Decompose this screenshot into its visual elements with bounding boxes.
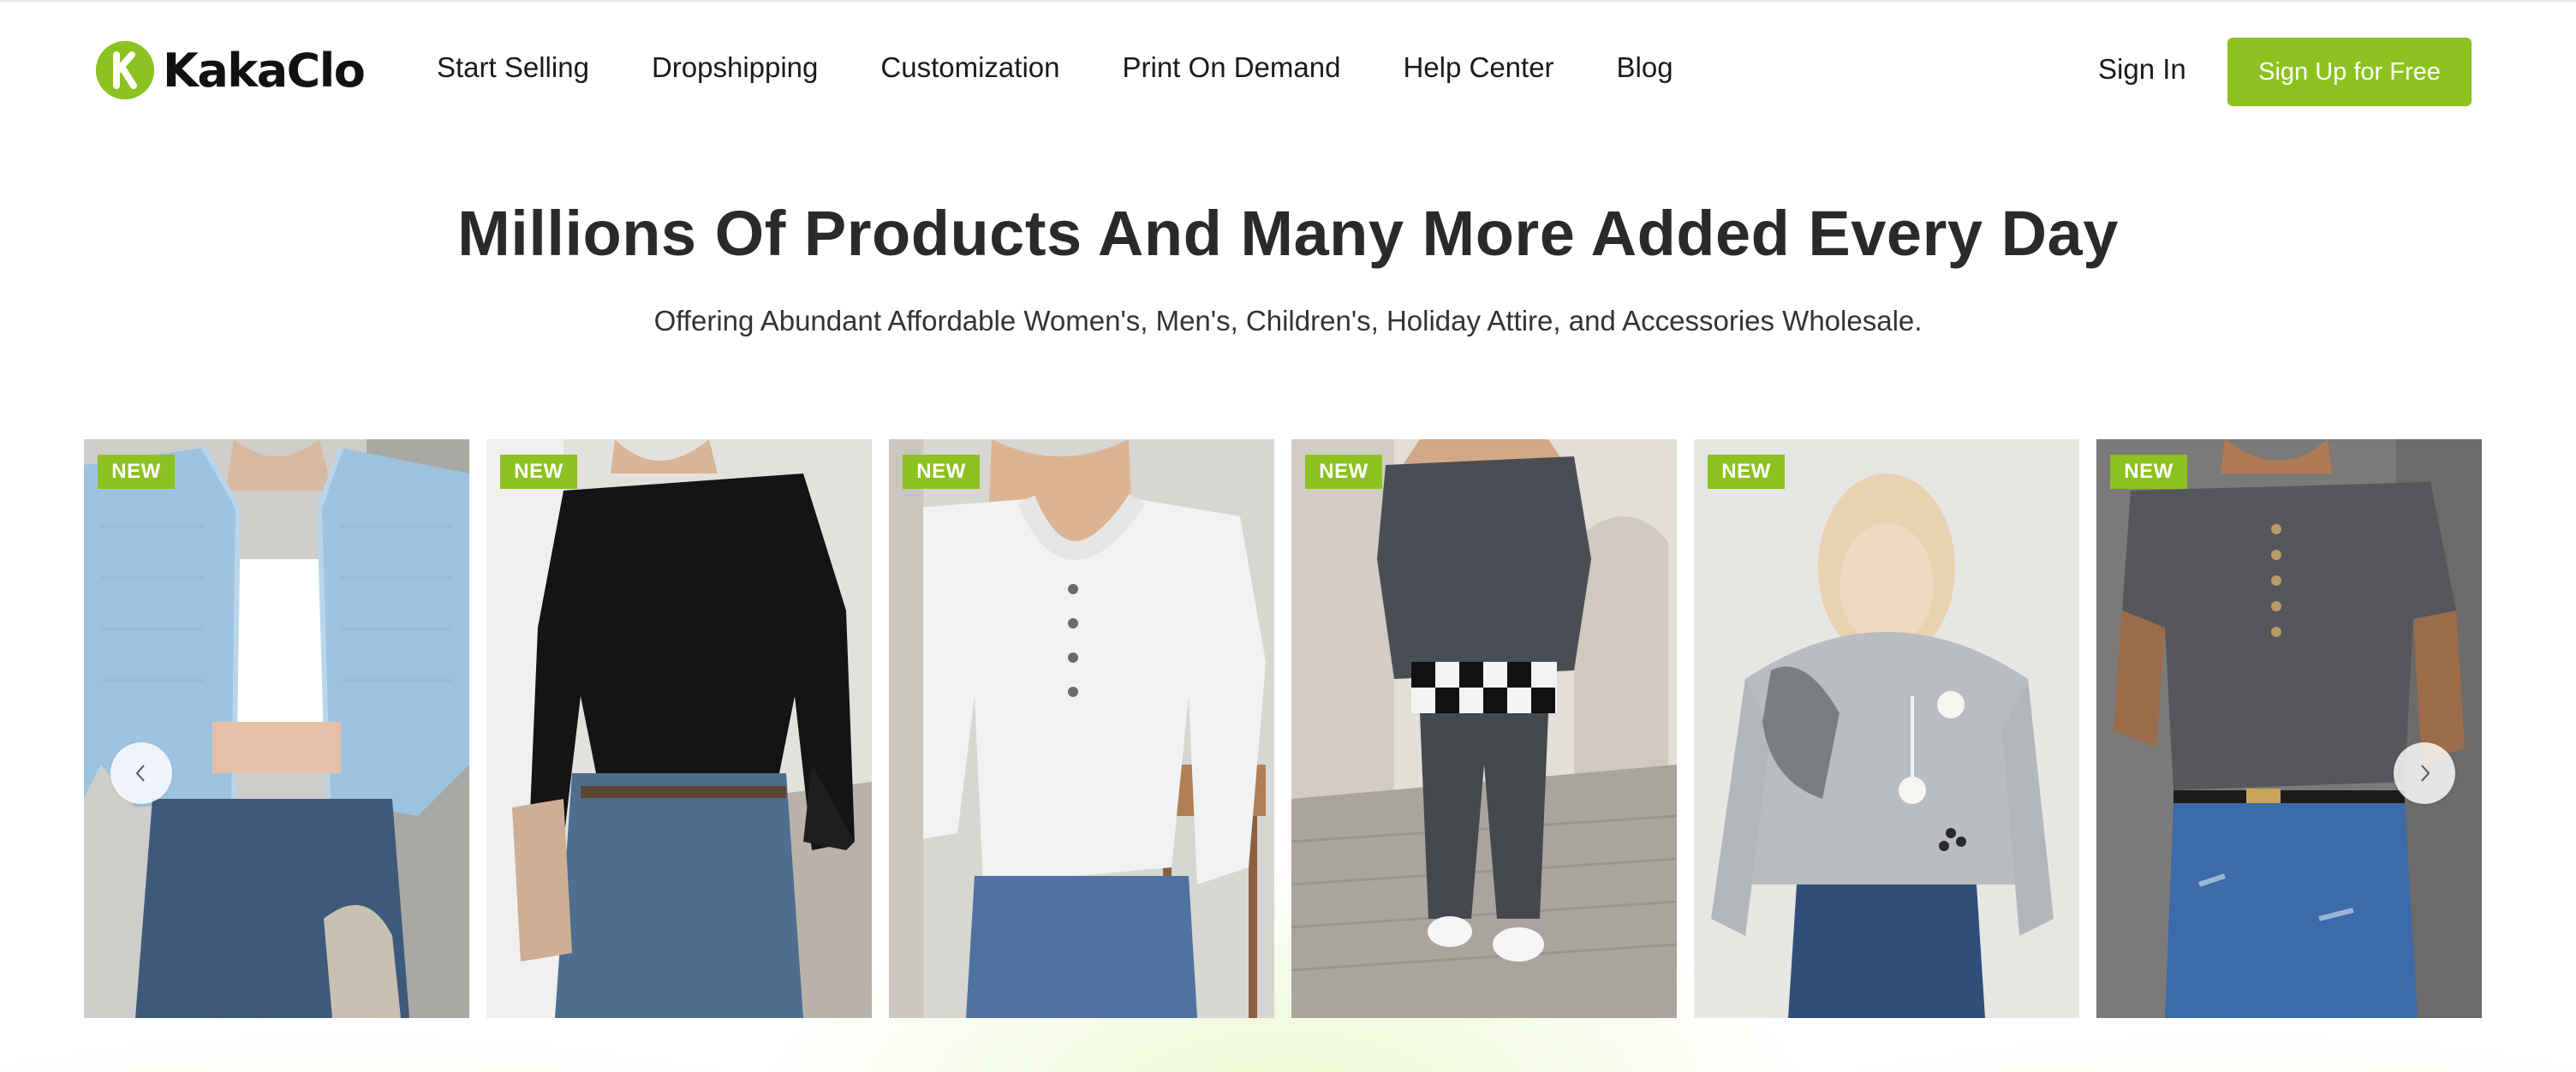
new-badge: NEW: [1305, 455, 1382, 489]
chevron-left-icon: [135, 765, 145, 782]
product-image: [2096, 439, 2482, 1018]
main-nav: Start Selling Dropshipping Customization…: [437, 51, 1736, 84]
carousel-prev-button[interactable]: [110, 742, 172, 804]
product-card[interactable]: NEW: [2096, 439, 2482, 1018]
hero-subtitle: Offering Abundant Affordable Women's, Me…: [653, 305, 1923, 336]
nav-item-customization[interactable]: Customization: [880, 51, 1059, 84]
product-card[interactable]: NEW: [1694, 439, 2079, 1018]
product-card[interactable]: NEW: [84, 439, 469, 1018]
sign-up-button[interactable]: Sign Up for Free: [2227, 38, 2472, 106]
new-badge: NEW: [2110, 455, 2187, 489]
hero-title: Millions Of Products And Many More Added…: [457, 198, 2119, 269]
logo-mark-icon: [96, 41, 154, 99]
new-badge: NEW: [903, 455, 980, 489]
nav-item-dropshipping[interactable]: Dropshipping: [652, 51, 818, 84]
nav-item-print-on-demand[interactable]: Print On Demand: [1123, 51, 1341, 84]
nav-item-help-center[interactable]: Help Center: [1403, 51, 1553, 84]
new-badge: NEW: [500, 455, 577, 489]
nav-item-blog[interactable]: Blog: [1617, 51, 1673, 84]
product-card[interactable]: NEW: [1291, 439, 1677, 1018]
new-badge: NEW: [1708, 455, 1785, 489]
product-card[interactable]: NEW: [486, 439, 872, 1018]
product-card[interactable]: NEW: [889, 439, 1274, 1018]
logo[interactable]: KakaClo: [96, 39, 366, 101]
carousel-next-button[interactable]: [2394, 742, 2455, 804]
logo-wordmark: KakaClo: [163, 43, 366, 98]
new-badge: NEW: [98, 455, 175, 489]
product-image: [1694, 439, 2079, 1018]
product-image: [889, 439, 1274, 1018]
nav-item-start-selling[interactable]: Start Selling: [437, 51, 589, 84]
site-header: KakaClo Start Selling Dropshipping Custo…: [0, 2, 2576, 139]
sign-in-link[interactable]: Sign In: [2098, 53, 2186, 86]
product-image: [1291, 439, 1677, 1018]
product-image: [486, 439, 872, 1018]
product-carousel: NEW NEW NEW NEW NEW NEW: [84, 439, 2482, 1018]
chevron-right-icon: [2421, 765, 2430, 782]
product-image: [84, 439, 469, 1018]
